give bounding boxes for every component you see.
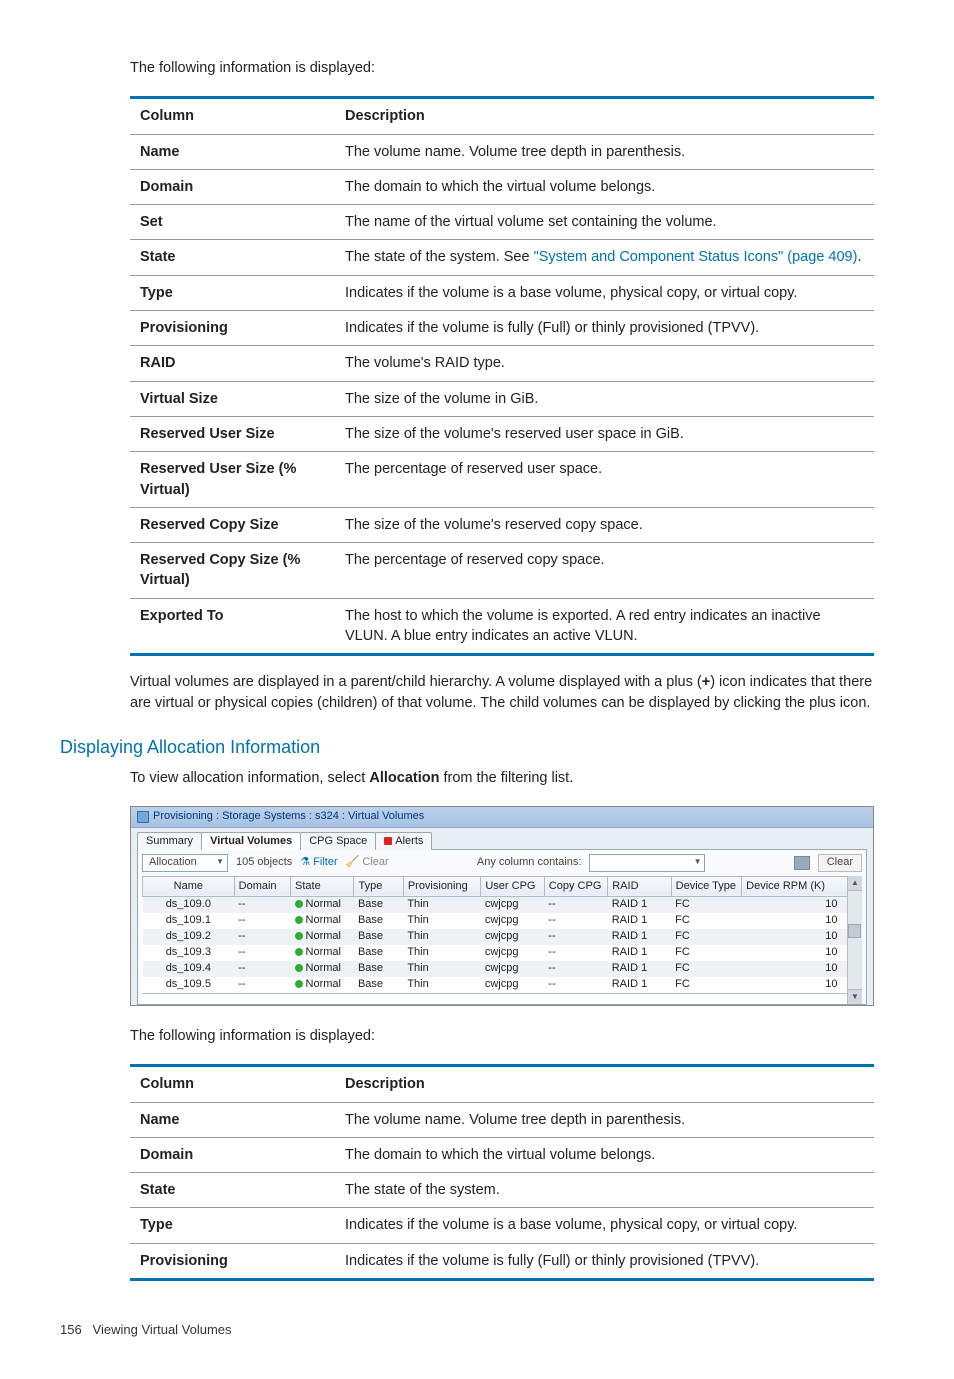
any-column-label: Any column contains: bbox=[477, 855, 582, 870]
column-name: Domain bbox=[130, 1137, 335, 1172]
filter-link[interactable]: ⚗ Filter bbox=[300, 855, 337, 870]
column-name: Reserved Copy Size (% Virtual) bbox=[130, 543, 335, 599]
table-row[interactable]: ds_109.0--NormalBaseThincwjcpg--RAID 1FC… bbox=[143, 896, 848, 913]
th-column: Column bbox=[130, 98, 335, 134]
th-description: Description bbox=[335, 98, 874, 134]
grid-header[interactable]: Name bbox=[143, 876, 235, 896]
window-titlebar: Provisioning : Storage Systems : s324 : … bbox=[131, 807, 873, 827]
grid-header[interactable]: Device RPM (K) bbox=[742, 876, 848, 896]
object-count: 105 objects bbox=[236, 855, 292, 870]
filter-selector[interactable]: Allocation bbox=[142, 854, 228, 871]
status-icons-link[interactable]: "System and Component Status Icons" (pag… bbox=[534, 249, 858, 265]
column-description: The volume name. Volume tree depth in pa… bbox=[335, 134, 874, 169]
grid-header[interactable]: RAID bbox=[608, 876, 671, 896]
scroll-down-icon[interactable]: ▼ bbox=[848, 989, 862, 1004]
column-name: Virtual Size bbox=[130, 381, 335, 416]
column-name: State bbox=[130, 240, 335, 275]
allocation-screenshot: Provisioning : Storage Systems : s324 : … bbox=[130, 806, 874, 1006]
column-name: Type bbox=[130, 275, 335, 310]
column-description: Indicates if the volume is fully (Full) … bbox=[335, 1243, 874, 1279]
column-name: Type bbox=[130, 1208, 335, 1243]
status-dot-icon bbox=[295, 964, 303, 972]
any-column-selector[interactable] bbox=[589, 854, 705, 871]
column-description: Indicates if the volume is a base volume… bbox=[335, 1208, 874, 1243]
scroll-up-icon[interactable]: ▲ bbox=[848, 876, 862, 891]
scrollbar[interactable]: ▲ ▼ bbox=[847, 876, 862, 1004]
print-icon[interactable] bbox=[794, 856, 810, 870]
column-name: Reserved Copy Size bbox=[130, 507, 335, 542]
status-dot-icon bbox=[295, 932, 303, 940]
status-dot-icon bbox=[295, 900, 303, 908]
grid-header[interactable]: State bbox=[291, 876, 354, 896]
grid-header[interactable]: Domain bbox=[234, 876, 290, 896]
column-description: The state of the system. See "System and… bbox=[335, 240, 874, 275]
th-description: Description bbox=[335, 1066, 874, 1102]
column-description: Indicates if the volume is fully (Full) … bbox=[335, 311, 874, 346]
column-name: Reserved User Size bbox=[130, 416, 335, 451]
status-dot-icon bbox=[295, 916, 303, 924]
column-description: The domain to which the virtual volume b… bbox=[335, 169, 874, 204]
column-name: Exported To bbox=[130, 598, 335, 655]
column-name: Reserved User Size (% Virtual) bbox=[130, 452, 335, 508]
column-description: The size of the volume's reserved user s… bbox=[335, 416, 874, 451]
column-description: The volume name. Volume tree depth in pa… bbox=[335, 1102, 874, 1137]
section-heading: Displaying Allocation Information bbox=[60, 735, 894, 760]
column-name: RAID bbox=[130, 346, 335, 381]
window-icon bbox=[137, 811, 149, 823]
allocation-intro: To view allocation information, select A… bbox=[130, 768, 874, 788]
table-row[interactable]: ds_109.3--NormalBaseThincwjcpg--RAID 1FC… bbox=[143, 945, 848, 961]
column-description: The size of the volume's reserved copy s… bbox=[335, 507, 874, 542]
tab-cpg-space[interactable]: CPG Space bbox=[300, 832, 376, 850]
tab-alerts[interactable]: Alerts bbox=[375, 832, 432, 850]
grid-header[interactable]: Provisioning bbox=[403, 876, 481, 896]
column-description: The state of the system. bbox=[335, 1173, 874, 1208]
status-dot-icon bbox=[295, 980, 303, 988]
column-description: The percentage of reserved user space. bbox=[335, 452, 874, 508]
column-name: Provisioning bbox=[130, 311, 335, 346]
column-description: The name of the virtual volume set conta… bbox=[335, 205, 874, 240]
scroll-thumb[interactable] bbox=[848, 924, 861, 938]
intro-text-2: The following information is displayed: bbox=[130, 1026, 874, 1046]
column-name: Set bbox=[130, 205, 335, 240]
page-footer: 156 Viewing Virtual Volumes bbox=[60, 1321, 894, 1339]
column-name: State bbox=[130, 1173, 335, 1208]
column-name: Name bbox=[130, 1102, 335, 1137]
columns-table-2: Column Description NameThe volume name. … bbox=[130, 1064, 874, 1281]
intro-text-1: The following information is displayed: bbox=[130, 58, 874, 78]
clear-button[interactable]: Clear bbox=[818, 854, 862, 871]
alert-icon bbox=[384, 837, 392, 845]
column-description: Indicates if the volume is a base volume… bbox=[335, 275, 874, 310]
column-description: The volume's RAID type. bbox=[335, 346, 874, 381]
allocation-grid: NameDomainStateTypeProvisioningUser CPGC… bbox=[142, 876, 848, 993]
grid-header[interactable]: User CPG bbox=[481, 876, 544, 896]
column-description: The percentage of reserved copy space. bbox=[335, 543, 874, 599]
table-row[interactable]: ds_109.2--NormalBaseThincwjcpg--RAID 1FC… bbox=[143, 929, 848, 945]
th-column: Column bbox=[130, 1066, 335, 1102]
column-description: The host to which the volume is exported… bbox=[335, 598, 874, 655]
column-name: Provisioning bbox=[130, 1243, 335, 1279]
grid-header[interactable]: Copy CPG bbox=[544, 876, 607, 896]
columns-table-1: Column Description NameThe volume name. … bbox=[130, 96, 874, 656]
hierarchy-paragraph: Virtual volumes are displayed in a paren… bbox=[130, 672, 874, 713]
grid-header[interactable]: Type bbox=[354, 876, 403, 896]
tab-summary[interactable]: Summary bbox=[137, 832, 202, 850]
column-description: The size of the volume in GiB. bbox=[335, 381, 874, 416]
column-name: Name bbox=[130, 134, 335, 169]
tab-virtual-volumes[interactable]: Virtual Volumes bbox=[201, 832, 301, 850]
grid-header[interactable]: Device Type bbox=[671, 876, 742, 896]
table-row[interactable]: ds_109.4--NormalBaseThincwjcpg--RAID 1FC… bbox=[143, 961, 848, 977]
table-row[interactable]: ds_109.5--NormalBaseThincwjcpg--RAID 1FC… bbox=[143, 977, 848, 993]
status-dot-icon bbox=[295, 948, 303, 956]
table-row[interactable]: ds_109.1--NormalBaseThincwjcpg--RAID 1FC… bbox=[143, 913, 848, 929]
column-description: The domain to which the virtual volume b… bbox=[335, 1137, 874, 1172]
column-name: Domain bbox=[130, 169, 335, 204]
clear-link-disabled: 🧹 Clear bbox=[346, 855, 389, 870]
